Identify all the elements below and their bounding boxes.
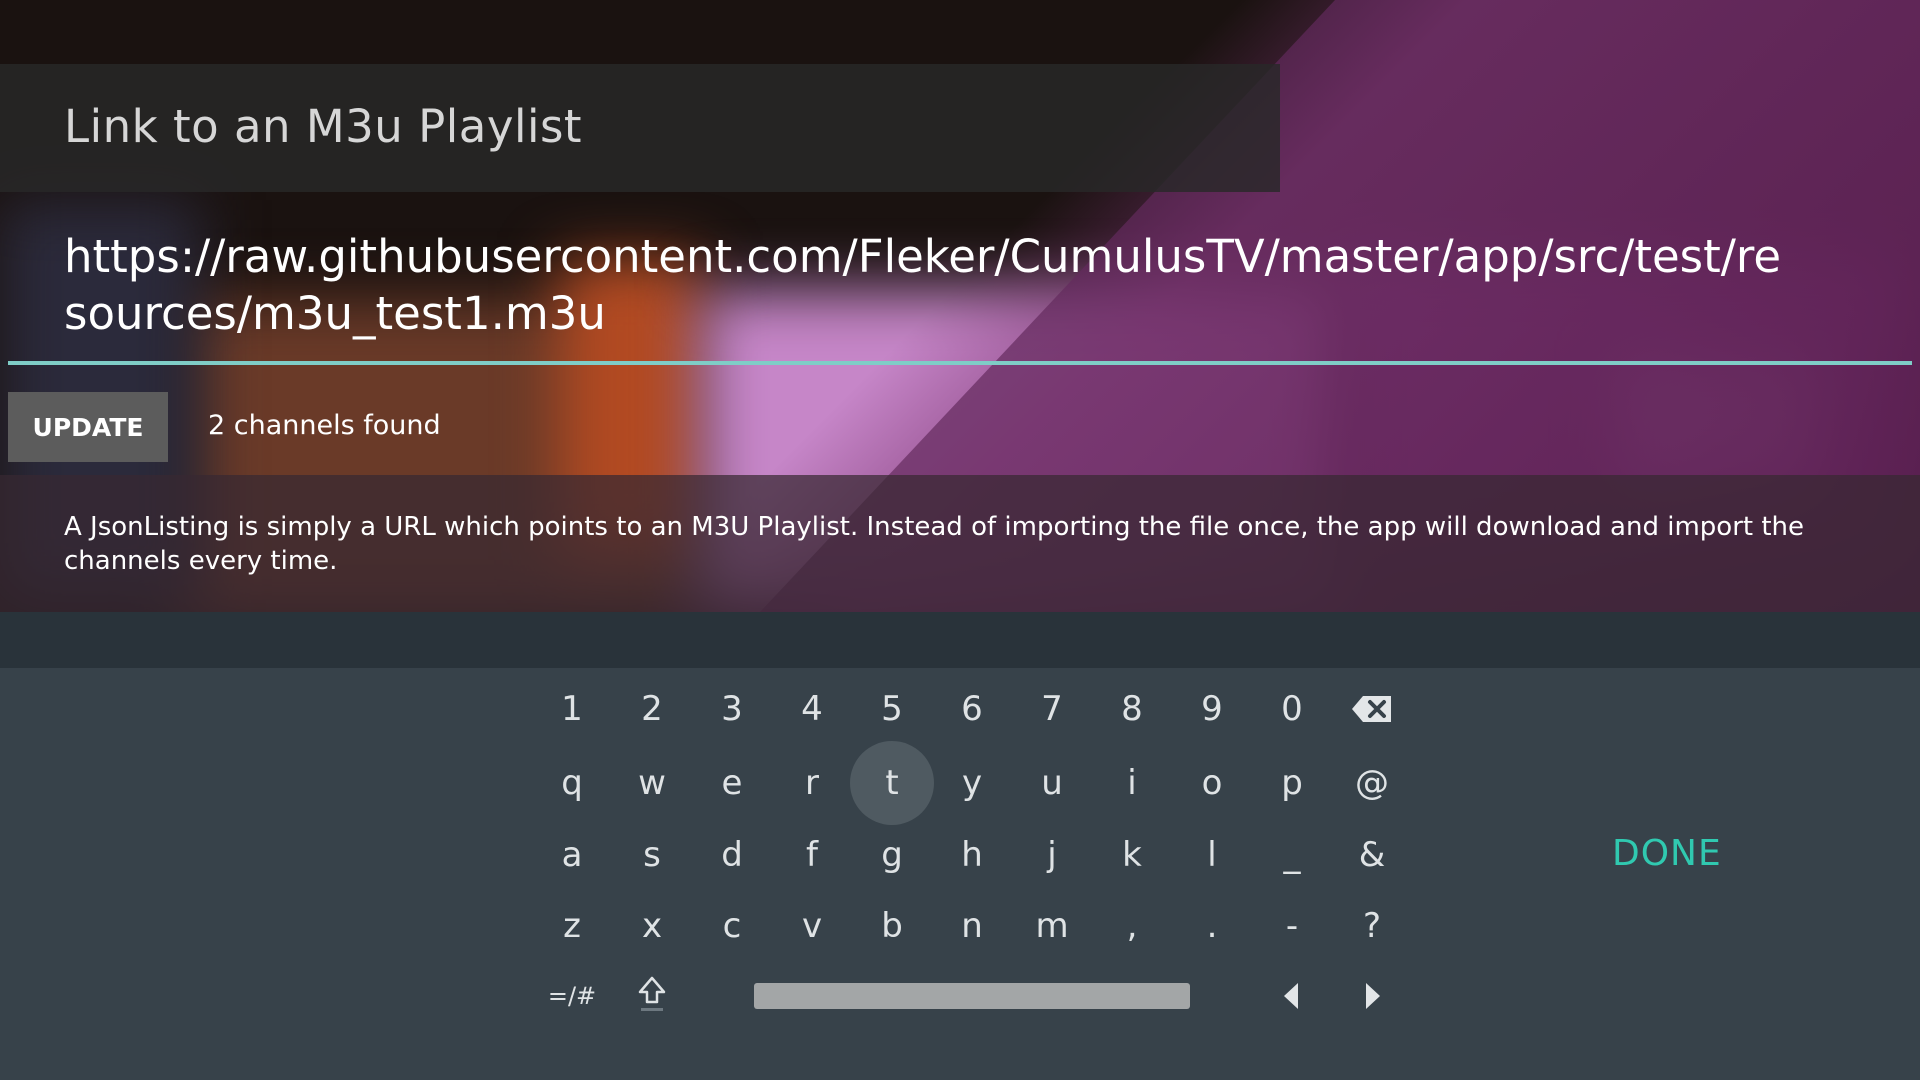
key-7-row4[interactable]: , (1100, 894, 1164, 958)
key-2-row4[interactable]: c (700, 894, 764, 958)
key-2-row3[interactable]: d (700, 823, 764, 887)
key-0-row4[interactable]: z (540, 894, 604, 958)
key-2-row2[interactable]: e (700, 751, 764, 815)
channels-found-status: 2 channels found (208, 410, 441, 441)
backspace-key[interactable] (1340, 677, 1404, 741)
key-10-row3[interactable]: & (1340, 823, 1404, 887)
key-6-row4[interactable]: m (1020, 894, 1084, 958)
key-5-row3[interactable]: h (940, 823, 1004, 887)
key-1-row3[interactable]: s (620, 823, 684, 887)
key-4-row1[interactable]: 5 (860, 677, 924, 741)
key-5-row1[interactable]: 6 (940, 677, 1004, 741)
cursor-left-key[interactable] (1259, 964, 1323, 1028)
key-1-row2[interactable]: w (620, 751, 684, 815)
cursor-right-key[interactable] (1341, 964, 1405, 1028)
shift-icon (638, 976, 666, 1011)
key-5-row4[interactable]: n (940, 894, 1004, 958)
key-4-row2[interactable]: t (850, 741, 934, 825)
description-text: A JsonListing is simply a URL which poin… (64, 512, 1805, 576)
url-input[interactable]: https://raw.githubusercontent.com/Fleker… (64, 228, 1784, 342)
key-6-row3[interactable]: j (1020, 823, 1084, 887)
key-8-row4[interactable]: . (1180, 894, 1244, 958)
key-9-row1[interactable]: 0 (1260, 677, 1324, 741)
key-0-row3[interactable]: a (540, 823, 604, 887)
key-10-row4[interactable]: ? (1340, 894, 1404, 958)
key-3-row3[interactable]: f (780, 823, 844, 887)
key-8-row1[interactable]: 9 (1180, 677, 1244, 741)
key-6-row1[interactable]: 7 (1020, 677, 1084, 741)
input-underline (8, 361, 1912, 365)
key-7-row3[interactable]: k (1100, 823, 1164, 887)
done-button[interactable]: DONE (1612, 833, 1722, 874)
key-4-row4[interactable]: b (860, 894, 924, 958)
key-10-row2[interactable]: @ (1340, 751, 1404, 815)
key-3-row1[interactable]: 4 (780, 677, 844, 741)
key-1-row1[interactable]: 2 (620, 677, 684, 741)
key-0-row1[interactable]: 1 (540, 677, 604, 741)
key-1-row4[interactable]: x (620, 894, 684, 958)
shift-key[interactable] (620, 962, 684, 1026)
key-3-row4[interactable]: v (780, 894, 844, 958)
key-8-row2[interactable]: o (1180, 751, 1244, 815)
key-5-row2[interactable]: y (940, 751, 1004, 815)
key-3-row2[interactable]: r (780, 751, 844, 815)
keyboard-top-bar (0, 612, 1920, 668)
key-0-row2[interactable]: q (540, 751, 604, 815)
arrow-left-icon (1284, 983, 1298, 1009)
arrow-right-icon (1366, 983, 1380, 1009)
dialog-title: Link to an M3u Playlist (64, 100, 583, 153)
key-9-row3[interactable]: _ (1260, 823, 1324, 887)
update-button[interactable]: UPDATE (8, 392, 168, 462)
backspace-icon (1352, 696, 1391, 722)
symbols-key[interactable]: =/# (540, 964, 604, 1028)
key-4-row3[interactable]: g (860, 823, 924, 887)
key-7-row1[interactable]: 8 (1100, 677, 1164, 741)
key-2-row1[interactable]: 3 (700, 677, 764, 741)
key-7-row2[interactable]: i (1100, 751, 1164, 815)
key-8-row3[interactable]: l (1180, 823, 1244, 887)
key-9-row2[interactable]: p (1260, 751, 1324, 815)
key-6-row2[interactable]: u (1020, 751, 1084, 815)
key-9-row4[interactable]: - (1260, 894, 1324, 958)
space-bar[interactable] (754, 983, 1190, 1009)
